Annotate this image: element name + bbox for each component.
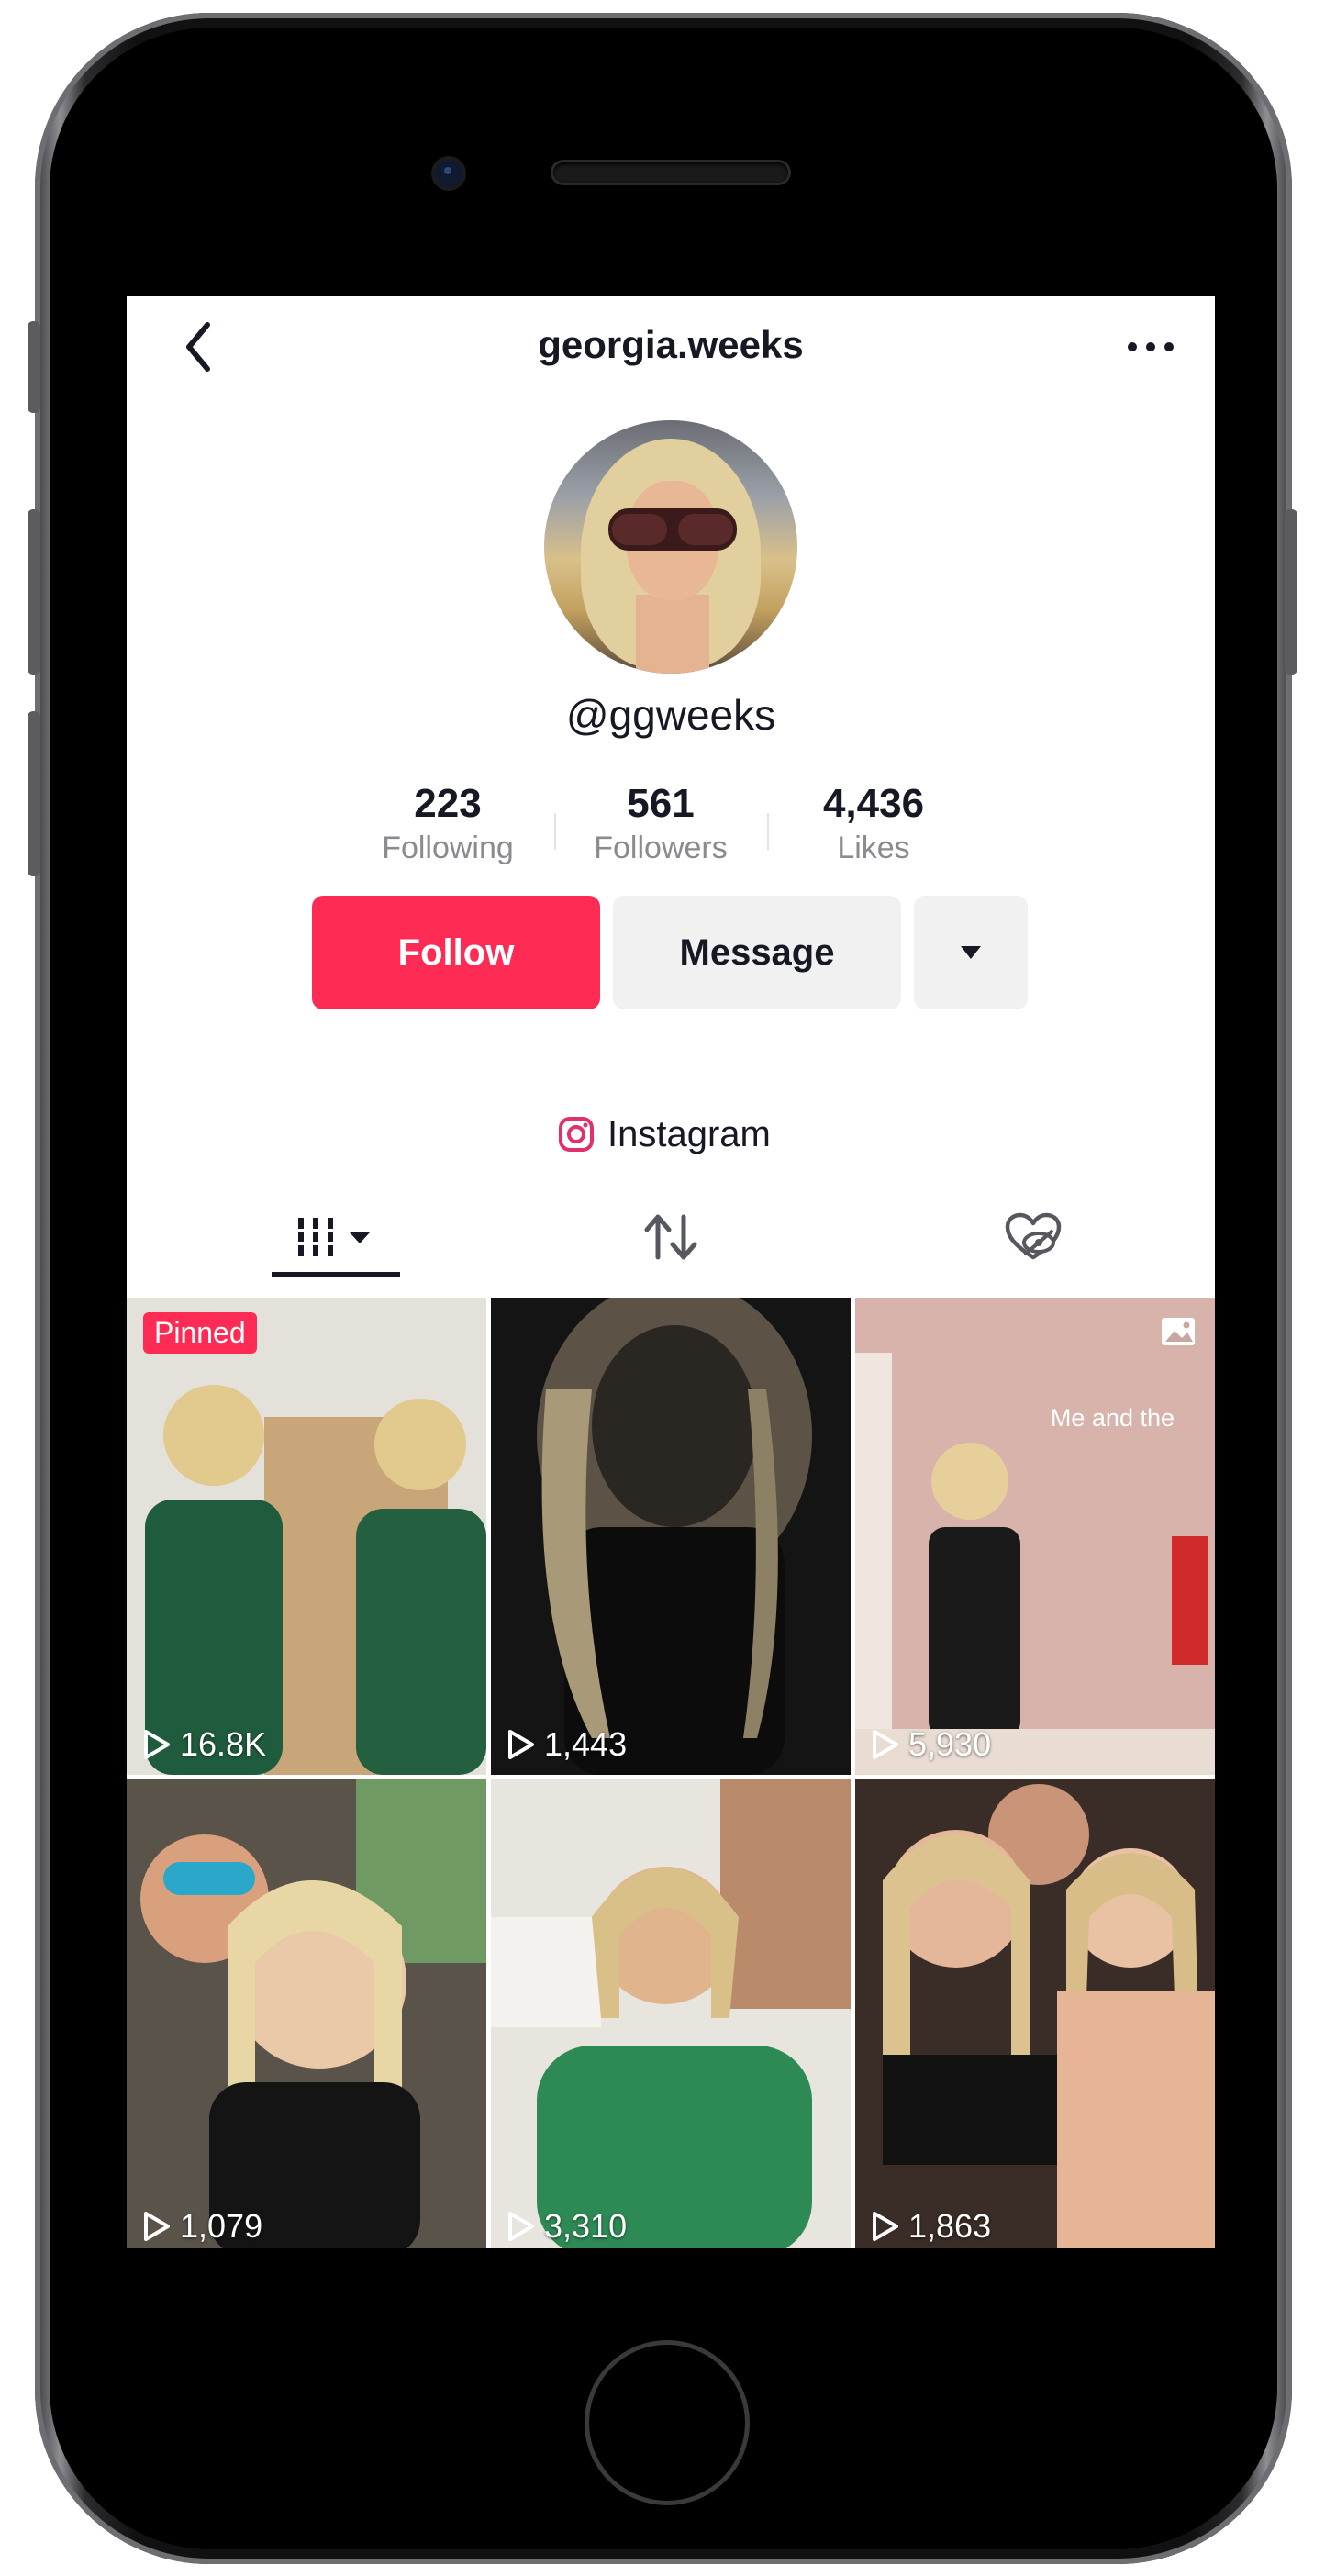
suggested-accounts-button[interactable] — [914, 896, 1028, 1009]
instagram-icon — [559, 1117, 594, 1152]
view-count-value: 3,310 — [544, 2207, 628, 2245]
more-options-button[interactable] — [1123, 327, 1178, 367]
stat-following[interactable]: 223 Following — [347, 780, 549, 868]
tab-liked[interactable] — [852, 1195, 1214, 1279]
active-tab-indicator — [272, 1272, 400, 1277]
play-icon — [873, 1730, 898, 1759]
view-count-value: 1,863 — [908, 2207, 992, 2245]
stat-value: 223 — [414, 781, 482, 826]
play-icon — [144, 2212, 170, 2241]
view-count: 3,310 — [507, 2207, 627, 2246]
play-icon — [144, 1730, 170, 1759]
thumbnail-image — [127, 1298, 486, 1775]
view-count-value: 1,443 — [544, 1725, 628, 1763]
view-count-value: 5,930 — [908, 1725, 992, 1763]
stat-value: 4,436 — [822, 781, 925, 826]
home-button[interactable] — [585, 2340, 750, 2505]
page-title: georgia.weeks — [538, 323, 804, 366]
avatar[interactable] — [544, 420, 797, 674]
stat-label: Followers — [594, 831, 728, 865]
thumbnail-image — [127, 1779, 486, 2248]
stat-likes: 4,436 Likes — [773, 780, 974, 868]
stat-label: Following — [382, 831, 514, 865]
instagram-link-label: Instagram — [607, 1113, 771, 1154]
video-thumbnail[interactable]: 1,863 — [855, 1779, 1215, 2248]
view-count: 5,930 — [872, 1725, 991, 1764]
content-tabs — [127, 1195, 1215, 1279]
thumbnail-image — [491, 1298, 851, 1775]
video-thumbnail[interactable]: 3,310 — [491, 1779, 851, 2248]
volume-down-button — [28, 711, 40, 876]
view-count: 1,079 — [143, 2207, 262, 2246]
avatar-sunglasses — [608, 508, 737, 551]
caret-down-icon — [961, 946, 981, 959]
view-count: 1,863 — [872, 2207, 991, 2246]
stat-value: 561 — [627, 781, 695, 826]
photo-icon — [1160, 1316, 1197, 1352]
photo-caption: Me and the — [1050, 1404, 1175, 1432]
play-icon — [508, 2212, 534, 2241]
play-icon — [873, 2212, 898, 2241]
stat-followers[interactable]: 561 Followers — [560, 780, 762, 868]
instagram-link[interactable]: Instagram — [558, 1107, 771, 1162]
profile-screen: georgia.weeks @ggweeks 223 Following 561… — [127, 296, 1215, 2248]
video-thumbnail[interactable]: Pinned 16.8K — [127, 1298, 486, 1775]
thumbnail-image — [855, 1779, 1215, 2248]
thumbnail-image — [491, 1779, 851, 2248]
view-count-value: 16.8K — [180, 1725, 267, 1763]
video-thumbnail[interactable]: 1,443 — [491, 1298, 851, 1775]
profile-stats: 223 Following 561 Followers 4,436 Likes — [347, 780, 989, 872]
pinned-badge: Pinned — [143, 1312, 257, 1354]
tab-reposts[interactable] — [489, 1195, 852, 1279]
top-bar: georgia.weeks — [127, 296, 1215, 396]
grid-icon — [294, 1218, 370, 1256]
view-count: 1,443 — [507, 1725, 627, 1764]
stat-label: Likes — [837, 831, 910, 865]
view-count: 16.8K — [143, 1725, 266, 1764]
mute-switch — [28, 321, 40, 413]
video-thumbnail[interactable]: 1,079 — [127, 1779, 486, 2248]
front-camera — [435, 160, 462, 187]
view-count-value: 1,079 — [180, 2207, 263, 2245]
message-button[interactable]: Message — [613, 896, 901, 1009]
tab-videos[interactable] — [154, 1195, 517, 1279]
volume-up-button — [28, 509, 40, 675]
username-handle: @ggweeks — [565, 691, 776, 739]
repost-icon — [644, 1214, 696, 1260]
thumbnail-image — [855, 1298, 1215, 1775]
power-button — [1285, 509, 1297, 675]
stat-divider — [554, 813, 556, 850]
avatar-neck — [636, 595, 709, 674]
play-icon — [508, 1730, 534, 1759]
stat-divider — [767, 813, 769, 850]
hidden-likes-icon — [1005, 1212, 1061, 1260]
photo-thumbnail[interactable]: Me and the 5,930 — [855, 1298, 1215, 1775]
follow-button[interactable]: Follow — [312, 896, 600, 1009]
more-icon — [1128, 342, 1174, 351]
earpiece-speaker — [553, 162, 788, 183]
